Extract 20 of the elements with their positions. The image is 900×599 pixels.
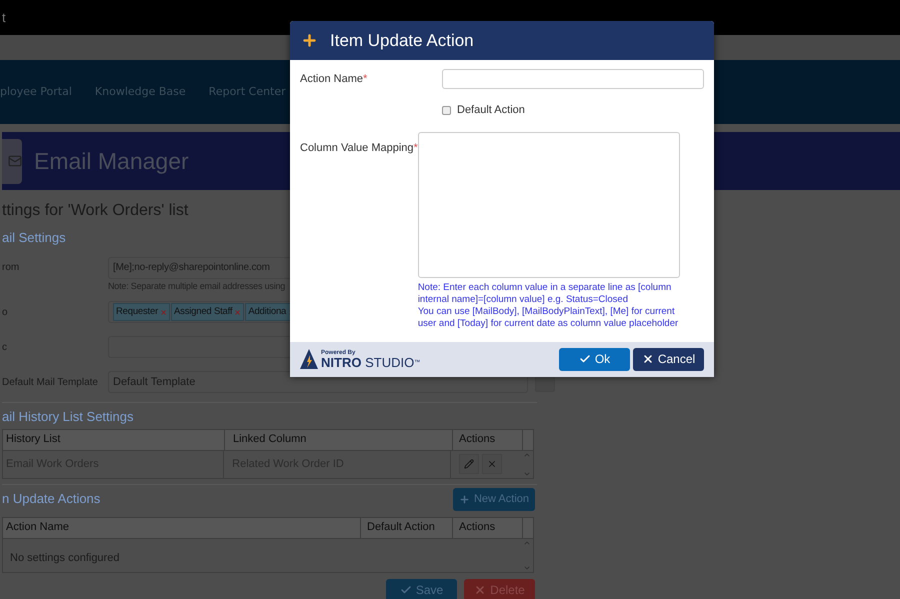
field-label: Action Name* — [300, 72, 368, 87]
column-header: Action Name — [3, 518, 361, 538]
section-heading: n Update Actions — [2, 490, 100, 508]
field-label: Column Value Mapping* — [300, 142, 418, 154]
dialog-title: Item Update Action — [330, 30, 474, 52]
column-header: Linked Column — [225, 430, 453, 450]
column-header: Actions — [453, 518, 523, 538]
column-header: Default Action — [361, 518, 453, 538]
tag: Assigned Staff — [171, 303, 244, 321]
section-heading: ail Settings — [2, 229, 67, 247]
section-heading: ail History List Settings — [2, 408, 134, 426]
mapping-note: Note: Enter each column value in a separate line as [column internal name]=[column value] e.g. Status=Closed — [418, 282, 672, 306]
app-title: Email Manager — [34, 146, 189, 176]
mapping-note: You can use [MailBody], [MailBodyPlainText], [Me] for current user and [Today] for current date as column value placeholder — [418, 306, 680, 330]
tag: Requester — [113, 303, 170, 321]
column-header: History List — [3, 430, 225, 450]
column-header: Actions — [453, 430, 523, 450]
brand-name: NITRO STUDIO$^{™}$ — [321, 356, 420, 369]
site-title: t — [1, 8, 6, 27]
checkbox-label: Default Action — [457, 103, 525, 118]
